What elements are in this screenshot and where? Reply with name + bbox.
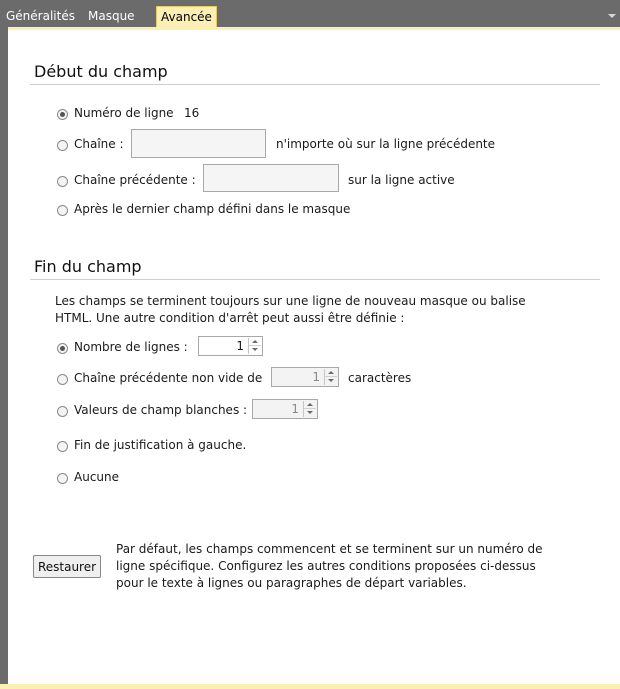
preceding-string-input[interactable] (203, 164, 339, 192)
restore-help-line3: pour le texte à lignes ou paragraphes de… (116, 576, 467, 590)
tab-strip: Généralités Masque Avancée (0, 0, 620, 27)
chevron-down-icon[interactable] (608, 14, 616, 18)
string-suffix: n'importe où sur la ligne précédente (276, 137, 496, 151)
string-radio[interactable] (57, 140, 68, 151)
non-empty-preceding-radio[interactable] (57, 374, 68, 385)
restore-help-line2: ligne spécifique. Configurez les autres … (116, 559, 536, 573)
string-label: Chaîne : (74, 137, 124, 151)
blank-values-radio[interactable] (57, 406, 68, 417)
tab-avancee[interactable]: Avancée (156, 6, 217, 27)
blank-values-label: Valeurs de champ blanches : (74, 403, 248, 417)
line-count-radio[interactable] (57, 343, 68, 354)
preceding-string-label: Chaîne précédente : (74, 173, 196, 187)
line-count-spin-buttons (248, 338, 261, 354)
line-count-value: 1 (236, 339, 244, 353)
tab-masque[interactable]: Masque (84, 6, 139, 27)
bottom-band (0, 684, 620, 689)
spin-up-icon[interactable] (249, 338, 261, 346)
spin-down-icon[interactable] (304, 409, 316, 417)
spin-down-icon[interactable] (249, 346, 261, 354)
non-empty-preceding-value: 1 (312, 370, 320, 384)
line-number-radio[interactable] (57, 109, 68, 120)
line-number-value: 16 (184, 106, 200, 120)
non-empty-preceding-label: Chaîne précédente non vide de (74, 371, 263, 385)
end-section-divider (30, 279, 600, 280)
end-section-title: Fin du champ (34, 257, 142, 276)
blank-values-value: 1 (291, 402, 299, 416)
end-description-line2: HTML. Une autre condition d'arrêt peut a… (55, 311, 405, 325)
preceding-string-suffix: sur la ligne active (348, 173, 455, 187)
active-tab-band (8, 27, 620, 30)
start-section-divider (30, 84, 600, 85)
tab-generalites[interactable]: Généralités (2, 6, 79, 27)
restore-button[interactable]: Restaurer (33, 555, 101, 578)
line-number-label: Numéro de ligne (74, 106, 174, 120)
line-count-label: Nombre de lignes : (74, 340, 188, 354)
left-justify-label: Fin de justification à gauche. (74, 438, 247, 452)
blank-values-stepper[interactable]: 1 (252, 399, 318, 419)
non-empty-preceding-spin-buttons (324, 369, 337, 385)
spin-down-icon[interactable] (325, 377, 337, 385)
line-count-stepper[interactable]: 1 (198, 336, 263, 356)
preceding-string-radio[interactable] (57, 176, 68, 187)
non-empty-preceding-stepper[interactable]: 1 (271, 367, 339, 387)
after-last-field-label: Après le dernier champ défini dans le ma… (74, 202, 351, 216)
restore-help-line1: Par défaut, les champs commencent et se … (116, 542, 543, 556)
start-section-title: Début du champ (34, 62, 168, 81)
spin-up-icon[interactable] (325, 369, 337, 377)
string-input[interactable] (131, 129, 266, 158)
none-label: Aucune (74, 470, 120, 484)
left-justify-radio[interactable] (57, 441, 68, 452)
non-empty-preceding-suffix: caractères (348, 371, 412, 385)
after-last-field-radio[interactable] (57, 205, 68, 216)
end-description-line1: Les champs se terminent toujours sur une… (55, 294, 526, 308)
none-radio[interactable] (57, 473, 68, 484)
spin-up-icon[interactable] (304, 401, 316, 409)
blank-values-spin-buttons (303, 401, 316, 417)
